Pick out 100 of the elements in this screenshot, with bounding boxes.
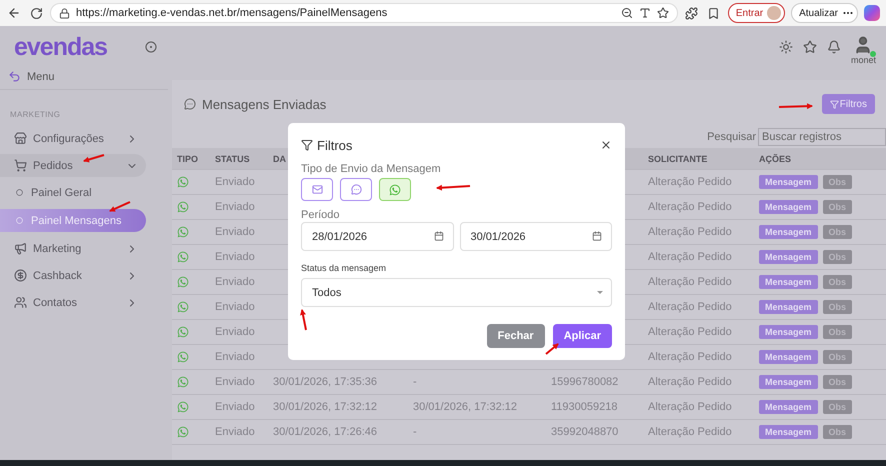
message-button[interactable]: Mensagem bbox=[759, 175, 818, 189]
favorite-star-icon[interactable] bbox=[656, 7, 669, 19]
chat-bubble-icon bbox=[350, 184, 362, 195]
status-select[interactable]: Todos bbox=[301, 278, 612, 307]
field-label: Tipo de Envio da Mensagem bbox=[301, 163, 442, 175]
annotation-arrow bbox=[83, 154, 104, 162]
message-button[interactable]: Mensagem bbox=[759, 325, 818, 339]
table-cell-text: Enviado bbox=[215, 351, 256, 363]
logo[interactable]: evendas bbox=[14, 32, 108, 62]
bell-icon[interactable] bbox=[826, 40, 841, 54]
column-header: STATUS bbox=[215, 154, 251, 164]
copilot-icon[interactable] bbox=[864, 5, 880, 21]
message-button[interactable]: Mensagem bbox=[759, 250, 818, 264]
whatsapp-icon bbox=[177, 201, 189, 213]
table-cell-text: 35992048870 bbox=[551, 426, 620, 438]
table-cell-text: Enviado bbox=[215, 176, 256, 188]
table-cell-text: 11930059218 bbox=[551, 401, 618, 413]
chat-type-button[interactable] bbox=[340, 178, 372, 201]
puzzle-icon[interactable] bbox=[684, 5, 700, 21]
search-field[interactable]: Buscar registros bbox=[758, 128, 886, 146]
cart-icon bbox=[14, 159, 27, 172]
calendar-icon[interactable] bbox=[434, 231, 444, 241]
sidebar-label: Marketing bbox=[33, 242, 82, 254]
message-button[interactable]: Mensagem bbox=[759, 300, 818, 314]
megaphone-icon bbox=[14, 242, 27, 255]
circle-icon bbox=[16, 217, 23, 224]
message-button[interactable]: Mensagem bbox=[759, 400, 818, 414]
submenu-label: Painel Mensagens bbox=[31, 214, 122, 226]
sidebar-label: Pedidos bbox=[33, 160, 74, 172]
whatsapp-icon bbox=[177, 276, 189, 288]
sidebar-item[interactable]: Configurações bbox=[0, 127, 146, 150]
back-arrow-icon[interactable] bbox=[8, 70, 21, 83]
column-header: DA bbox=[273, 154, 287, 164]
store-icon bbox=[14, 132, 27, 145]
table-cell-text: Alteração Pedido bbox=[648, 176, 733, 188]
column-header: AÇÕES bbox=[759, 154, 792, 164]
column-header: TIPO bbox=[177, 154, 200, 164]
submenu-label: Painel Geral bbox=[31, 186, 92, 198]
annotation-arrow bbox=[545, 343, 559, 355]
menu-label[interactable]: Menu bbox=[27, 70, 55, 82]
table-cell-text: Enviado bbox=[215, 301, 256, 313]
table-cell-text: Alteração Pedido bbox=[648, 201, 733, 213]
sun-icon[interactable] bbox=[778, 40, 793, 54]
message-button[interactable]: Mensagem bbox=[759, 375, 818, 389]
url-text: https://marketing.e-vendas.net.br/mensagens/PainelMensagens bbox=[76, 7, 388, 19]
users-icon bbox=[14, 296, 27, 309]
calendar-icon[interactable] bbox=[592, 231, 602, 241]
annotation-arrow bbox=[778, 103, 813, 110]
apply-button[interactable]: Aplicar bbox=[552, 324, 612, 348]
address-bar[interactable]: https://marketing.e-vendas.net.br/mensagens/PainelMensagens bbox=[50, 3, 678, 23]
circle-icon bbox=[16, 189, 23, 196]
sign-in-button[interactable]: Entrar bbox=[728, 3, 786, 23]
annotation-arrow bbox=[300, 309, 307, 330]
avatar-circle bbox=[767, 6, 782, 20]
table-cell-text: Alteração Pedido bbox=[648, 226, 733, 238]
table-cell-text: Alteração Pedido bbox=[648, 326, 733, 338]
table-cell-text: Enviado bbox=[215, 251, 256, 263]
message-button[interactable]: Mensagem bbox=[759, 225, 818, 239]
sidebar-item[interactable]: Marketing bbox=[0, 237, 146, 260]
submenu-item[interactable]: Painel Mensagens bbox=[0, 209, 146, 232]
read-aloud-icon[interactable] bbox=[638, 7, 651, 19]
table-cell-text: Enviado bbox=[215, 376, 256, 388]
message-button[interactable]: Mensagem bbox=[759, 350, 818, 364]
message-button[interactable]: Mensagem bbox=[759, 200, 818, 214]
message-button[interactable]: Mensagem bbox=[759, 275, 818, 289]
table-cell-text: 15996780082 bbox=[551, 376, 620, 388]
date-field[interactable]: 28/01/2026 bbox=[301, 222, 454, 251]
table-cell-text: Enviado bbox=[215, 201, 256, 213]
search-label: Pesquisar bbox=[707, 131, 756, 143]
date-field[interactable]: 30/01/2026 bbox=[460, 222, 612, 251]
update-button[interactable]: Atualizar bbox=[791, 3, 858, 23]
sidebar-label: Cashback bbox=[33, 270, 83, 282]
table-cell-text: Alteração Pedido bbox=[648, 426, 733, 438]
whatsapp-icon bbox=[177, 226, 189, 238]
close-dialog-button[interactable]: Fechar bbox=[486, 324, 545, 348]
filter-button[interactable]: Filtros bbox=[822, 94, 875, 114]
submenu-item[interactable]: Painel Geral bbox=[0, 181, 146, 204]
close-button[interactable] bbox=[600, 139, 612, 151]
star-icon[interactable] bbox=[802, 40, 817, 54]
sidebar-item[interactable]: Cashback bbox=[0, 264, 146, 287]
whatsapp-icon bbox=[389, 184, 401, 196]
sidebar-label: Configurações bbox=[33, 132, 105, 144]
table-cell-text: Alteração Pedido bbox=[648, 351, 733, 363]
table-cell-text: Alteração Pedido bbox=[648, 376, 733, 388]
dialog-title: Filtros bbox=[317, 138, 354, 152]
envelope-icon bbox=[312, 184, 322, 195]
whatsapp-icon bbox=[177, 176, 189, 188]
email-type-button[interactable] bbox=[301, 178, 333, 201]
whatsapp-icon bbox=[177, 426, 189, 438]
reload-icon[interactable] bbox=[28, 5, 44, 21]
section-label: MARKETING bbox=[10, 110, 62, 119]
sidebar-item[interactable]: Contatos bbox=[0, 291, 146, 314]
zoom-out-icon[interactable] bbox=[620, 7, 633, 19]
annotation-arrow bbox=[436, 184, 470, 191]
whatsapp-icon bbox=[177, 251, 189, 263]
table-cell-text: 30/01/2026, 17:32:12 bbox=[413, 401, 518, 413]
sidebar-item[interactable]: Pedidos bbox=[0, 154, 146, 177]
whatsapp-icon bbox=[177, 376, 189, 388]
filter-icon bbox=[830, 100, 839, 108]
message-button[interactable]: Mensagem bbox=[759, 425, 818, 439]
